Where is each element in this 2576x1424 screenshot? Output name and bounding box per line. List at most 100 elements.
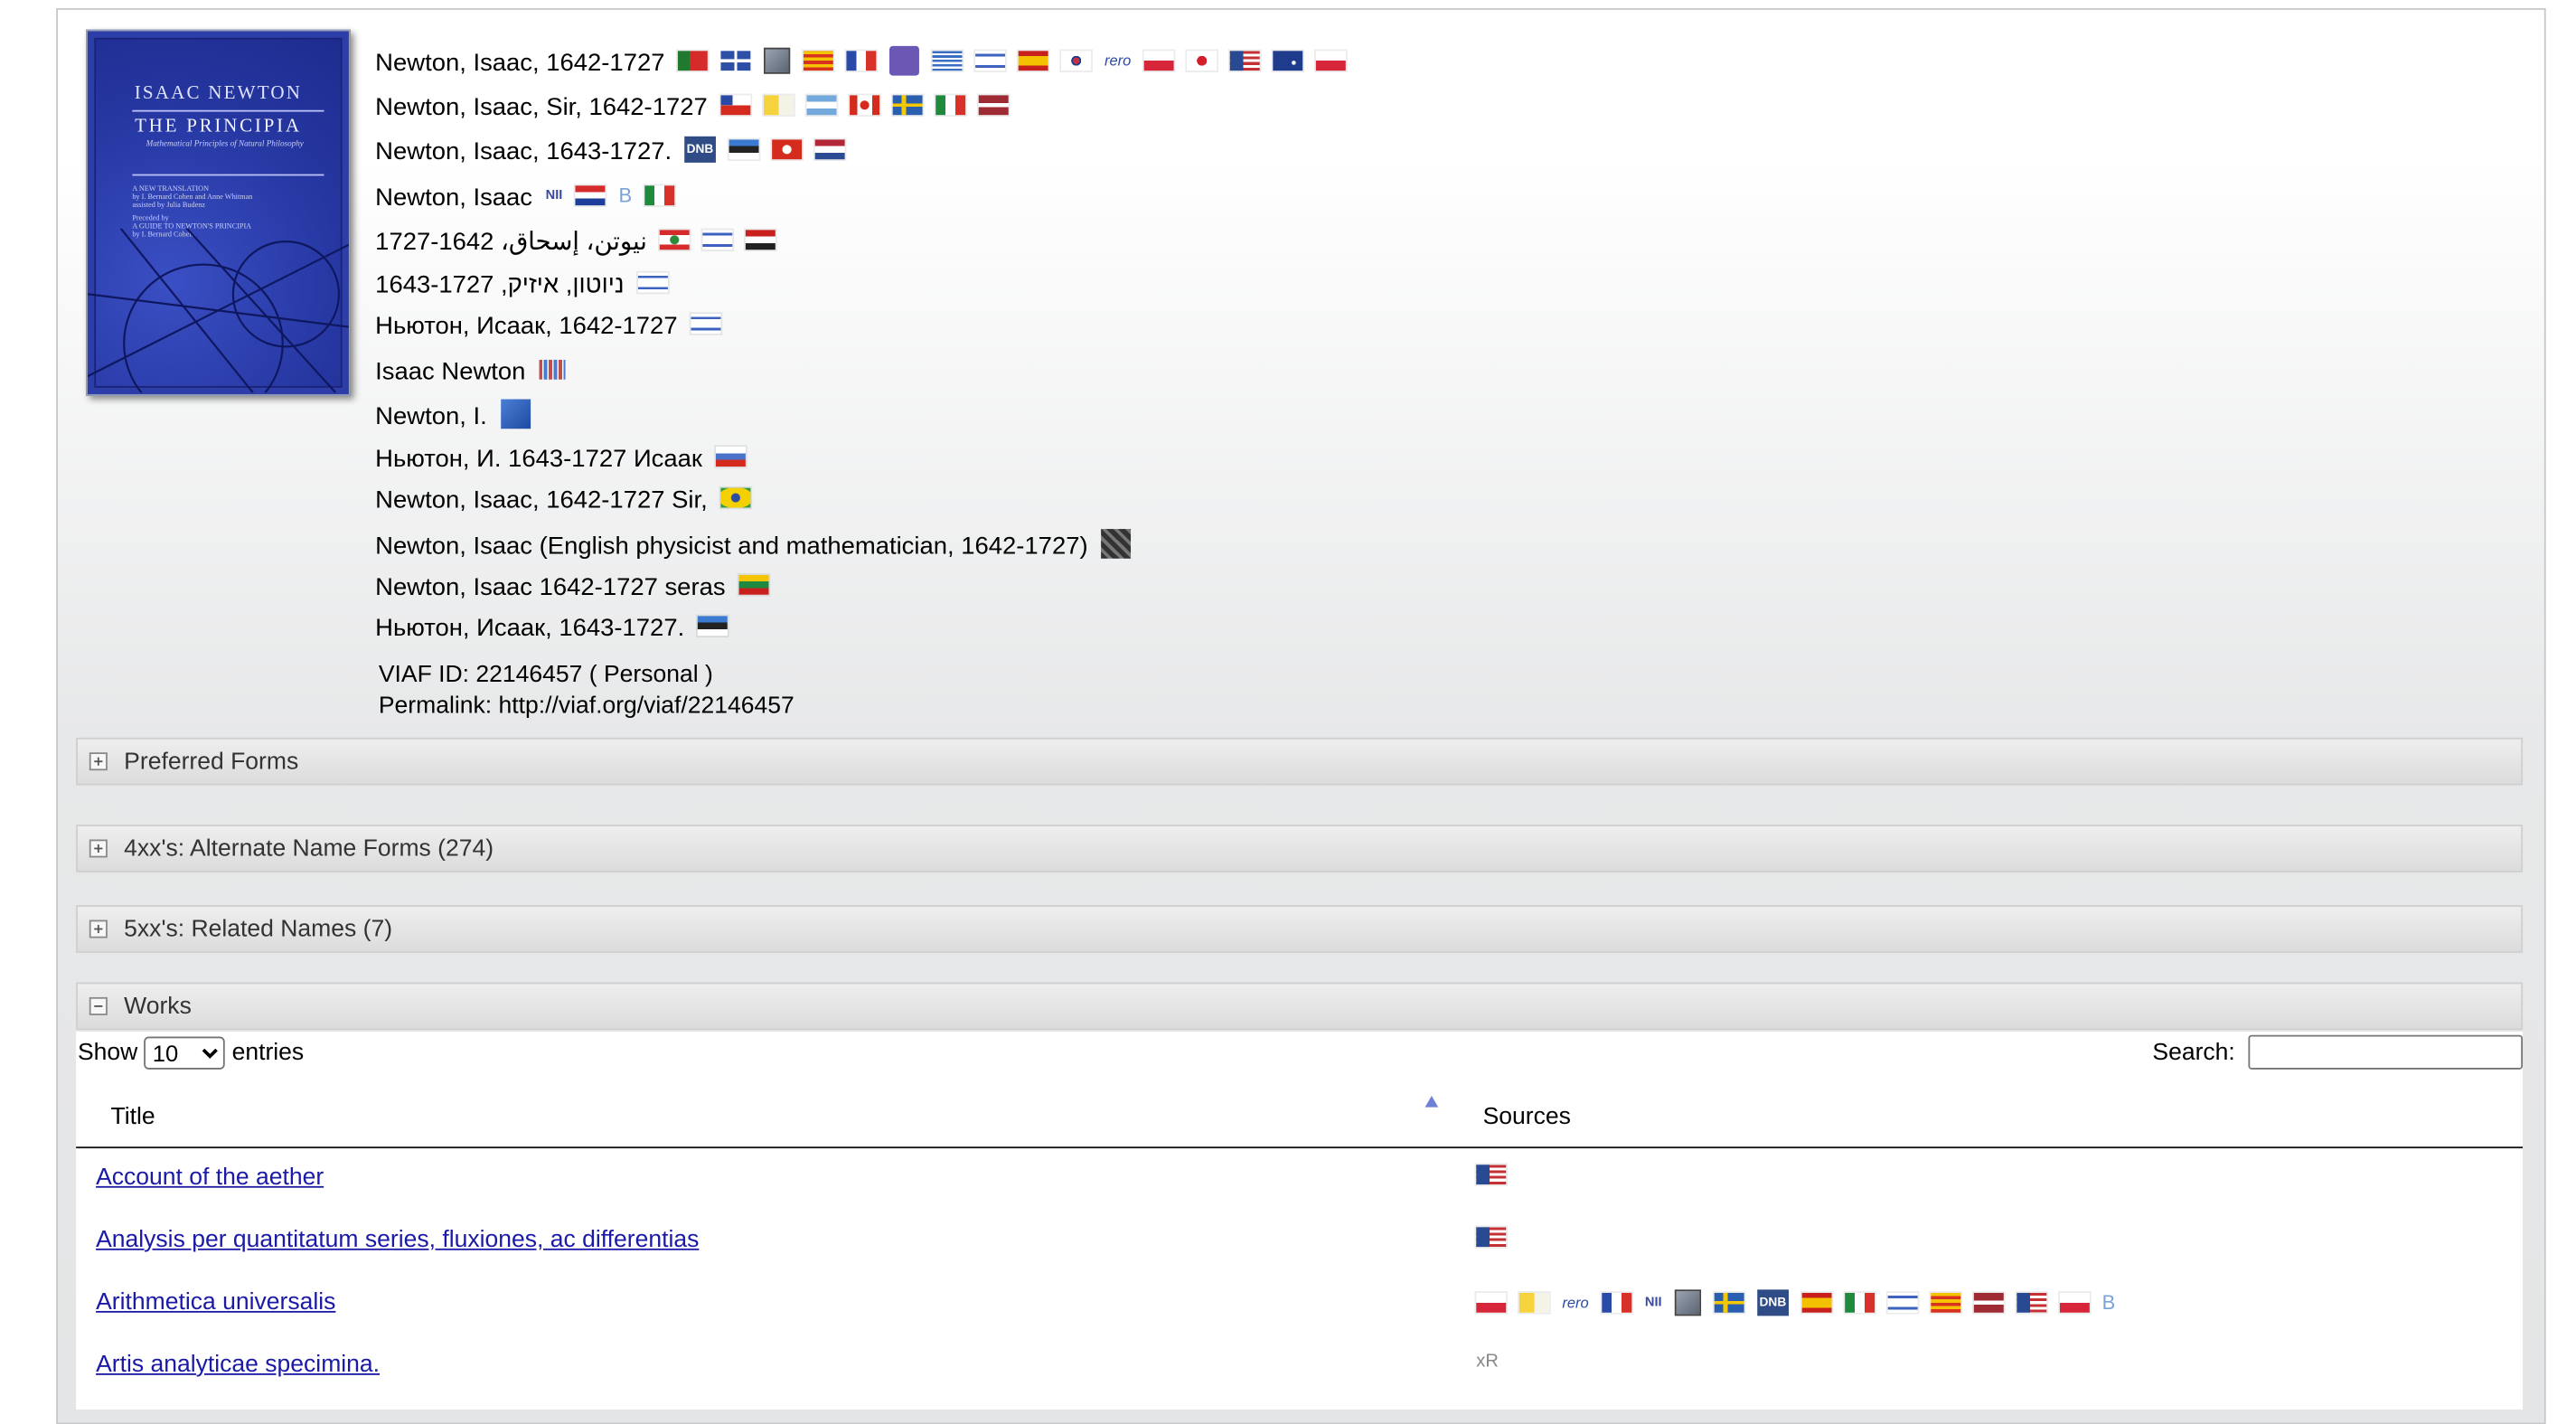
work-title-link[interactable]: Analysis per quantitatum series, fluxion… bbox=[96, 1227, 699, 1253]
expand-icon[interactable] bbox=[89, 752, 108, 771]
nukat-icon bbox=[889, 45, 920, 76]
name-variant-text: Newton, Isaac bbox=[375, 184, 533, 212]
flag-usa-icon bbox=[1476, 1227, 1507, 1248]
cover-author: ISAAC NEWTON bbox=[134, 83, 303, 104]
flag-france-icon bbox=[846, 51, 877, 71]
flag-argentina-icon bbox=[806, 95, 837, 116]
flag-usa-icon bbox=[1230, 51, 1260, 71]
table-search: Search: bbox=[2152, 1034, 2524, 1070]
flag-switzerland-icon bbox=[771, 139, 802, 160]
source-icons bbox=[738, 574, 769, 595]
name-variant-text: Newton, Isaac 1642-1727 seras bbox=[375, 573, 726, 602]
works-table-panel: Show 10 entries Search: Title Sources Ac… bbox=[76, 1032, 2524, 1410]
cover-line2: by I. Bernard Cohen and Anne Whitman bbox=[132, 192, 253, 201]
name-variant-text: Ньютон, Исаак, 1642-1727 bbox=[375, 312, 678, 341]
source-icons bbox=[720, 487, 751, 508]
source-icons: rero bbox=[678, 45, 1347, 76]
name-variant-row: Ньютон, Исаак, 1643-1727. bbox=[375, 615, 728, 645]
column-header-sources[interactable]: Sources bbox=[1483, 1104, 1571, 1130]
flag-netherlands-icon bbox=[813, 139, 844, 160]
source-icons bbox=[500, 399, 531, 429]
name-variant-row: Ньютон, И. 1643-1727 Исаак bbox=[375, 445, 746, 475]
flag-lebanon-icon bbox=[660, 230, 691, 250]
flag-france-icon bbox=[1602, 1292, 1632, 1313]
flag-estonia-icon bbox=[728, 139, 758, 160]
expand-icon[interactable] bbox=[89, 839, 108, 858]
flag-canada-icon bbox=[850, 95, 879, 116]
name-variant-text: Newton, Isaac, 1642-1727 bbox=[375, 49, 665, 78]
cover-line3: assisted by Julia Budenz bbox=[132, 200, 206, 209]
flag-usa-icon bbox=[2016, 1292, 2046, 1313]
flag-usa-icon bbox=[1476, 1165, 1507, 1185]
search-input[interactable] bbox=[2248, 1034, 2524, 1070]
dnb-icon: DNB bbox=[1757, 1289, 1789, 1316]
book-icon bbox=[1675, 1289, 1702, 1316]
source-icons bbox=[720, 95, 1009, 116]
flag-brazil-icon bbox=[720, 487, 751, 508]
nii-icon: NII bbox=[545, 187, 563, 203]
letter-b-icon: B bbox=[618, 184, 633, 207]
column-header-title[interactable]: Title bbox=[111, 1104, 155, 1130]
table-row: Arithmetica universalis rero NII DNB B bbox=[76, 1275, 2523, 1337]
name-variant-row: Ньютон, Исаак, 1642-1727 bbox=[375, 312, 721, 342]
name-variant-text: Newton, Isaac, 1642-1727 Sir, bbox=[375, 486, 708, 514]
source-icons bbox=[697, 616, 728, 637]
tiles-icon bbox=[720, 51, 751, 71]
source-icons: DNB bbox=[684, 136, 844, 163]
permalink: Permalink: http://viaf.org/viaf/22146457 bbox=[378, 693, 794, 720]
flag-vatican-icon bbox=[1518, 1292, 1549, 1313]
letter-b-icon: B bbox=[2101, 1291, 2116, 1315]
name-variant-row: Newton, Isaac 1642-1727 seras bbox=[375, 573, 769, 603]
source-icons bbox=[715, 447, 746, 467]
source-icons bbox=[660, 230, 776, 250]
flag-spain-icon bbox=[1018, 51, 1048, 71]
flag-korea-icon bbox=[1061, 51, 1092, 71]
name-variant-text: ניוטון, איזיק, 1643-1727 bbox=[375, 270, 625, 299]
flag-israel-icon bbox=[637, 272, 668, 293]
name-variant-row: Newton, Isaac, Sir, 1642-1727 bbox=[375, 93, 1009, 124]
flag-israel-icon bbox=[975, 51, 1006, 71]
blue-square-icon bbox=[500, 399, 531, 429]
record-meta: VIAF ID: 22146457 ( Personal ) Permalink… bbox=[379, 660, 794, 722]
flag-catalonia-icon bbox=[1930, 1292, 1960, 1313]
cover-title: THE PRINCIPIA bbox=[135, 117, 302, 137]
source-icons bbox=[539, 359, 566, 380]
flag-israel-icon bbox=[691, 314, 721, 334]
flag-japan-icon bbox=[1187, 51, 1217, 71]
works-header[interactable]: Works bbox=[76, 982, 2524, 1031]
flag-sweden-icon bbox=[1715, 1292, 1745, 1313]
cover-line4: Preceded by bbox=[132, 213, 169, 222]
name-variant-text: Isaac Newton bbox=[375, 358, 526, 386]
alternate-forms-header[interactable]: 4xx's: Alternate Name Forms (274) bbox=[76, 825, 2524, 872]
flag-czech-icon bbox=[2059, 1292, 2089, 1313]
name-variant-row: Newton, Isaac, 1642-1727 rero bbox=[375, 45, 1347, 80]
flag-croatia-icon bbox=[576, 185, 606, 206]
entries-select[interactable]: 10 bbox=[144, 1036, 226, 1070]
name-variant-row: Newton, I. bbox=[375, 399, 531, 432]
dnb-icon: DNB bbox=[684, 136, 716, 163]
work-title-link[interactable]: Artis analyticae specimina. bbox=[96, 1352, 380, 1378]
flag-italy-icon bbox=[644, 185, 675, 206]
collapse-icon[interactable] bbox=[89, 996, 108, 1015]
xr-icon: xR bbox=[1476, 1352, 1499, 1372]
name-variant-text: Ньютон, Исаак, 1643-1727. bbox=[375, 614, 685, 643]
flag-egypt-icon bbox=[746, 230, 776, 250]
name-variant-text: Newton, I. bbox=[375, 402, 487, 431]
preferred-forms-label: Preferred Forms bbox=[124, 748, 299, 775]
sort-ascending-icon[interactable] bbox=[1424, 1095, 1439, 1108]
dark-square-icon bbox=[1101, 529, 1132, 559]
work-title-link[interactable]: Account of the aether bbox=[96, 1165, 324, 1191]
flag-portugal-icon bbox=[678, 51, 709, 71]
preferred-forms-header[interactable]: Preferred Forms bbox=[76, 737, 2524, 786]
flag-lithuania-icon bbox=[738, 574, 769, 595]
table-row: Analysis per quantitatum series, fluxion… bbox=[76, 1212, 2523, 1275]
name-variant-text: Newton, Isaac, Sir, 1642-1727 bbox=[375, 93, 708, 122]
table-row: Artis analyticae specimina. xR bbox=[76, 1337, 2523, 1400]
related-names-label: 5xx's: Related Names (7) bbox=[124, 915, 393, 943]
flag-russia-icon bbox=[715, 447, 746, 467]
work-title-link[interactable]: Arithmetica universalis bbox=[96, 1289, 335, 1316]
flag-chile-icon bbox=[720, 95, 751, 116]
name-variant-row: نيوتن، إسحاق، 1642-1727 bbox=[375, 229, 776, 259]
expand-icon[interactable] bbox=[89, 919, 108, 938]
related-names-header[interactable]: 5xx's: Related Names (7) bbox=[76, 905, 2524, 953]
